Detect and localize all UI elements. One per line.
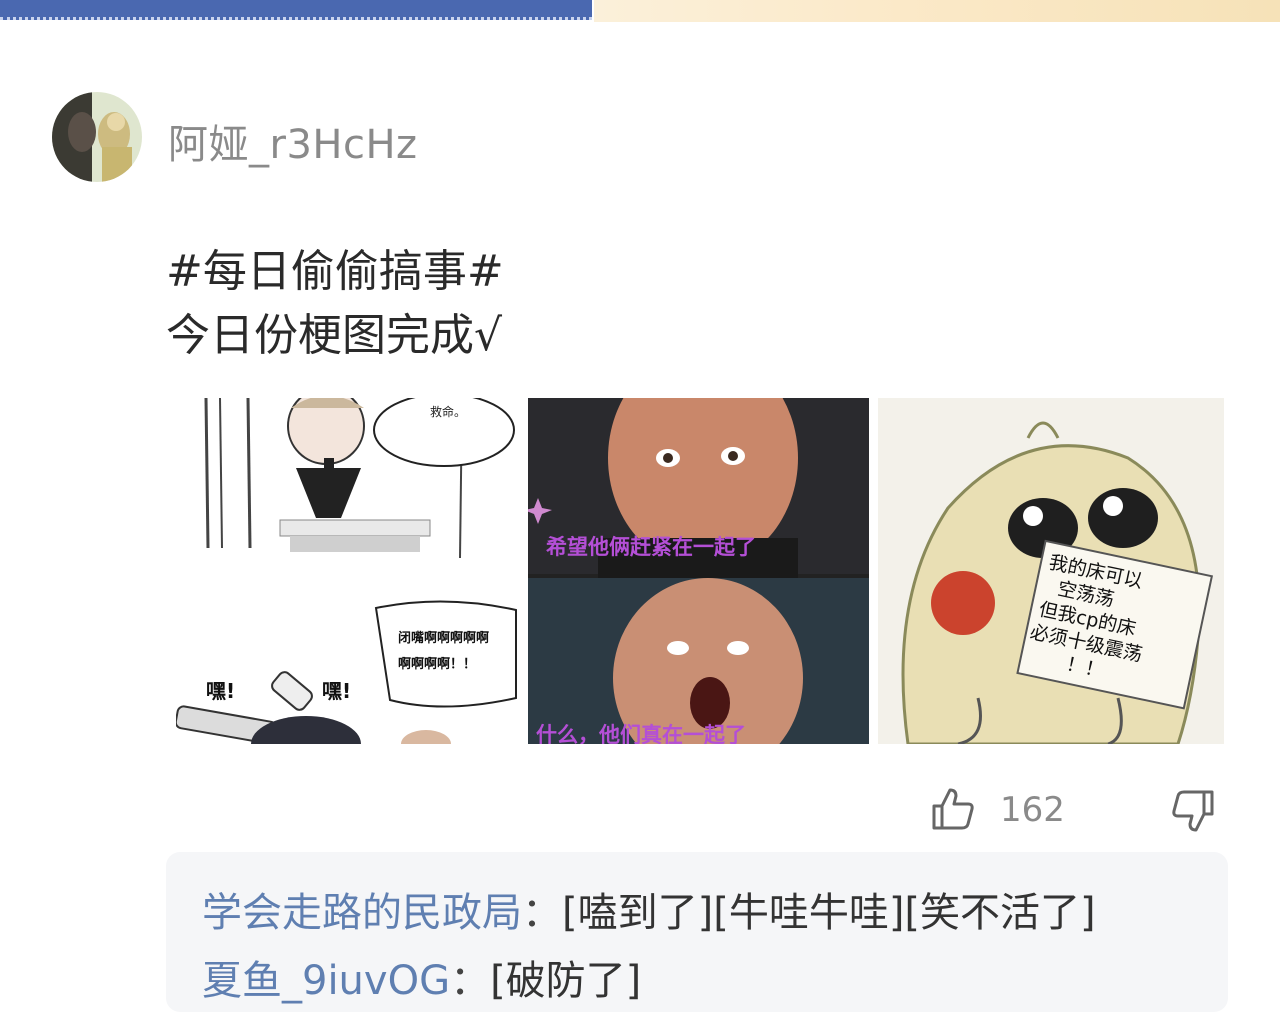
thumbs-up-icon[interactable]	[930, 786, 976, 832]
post-image-2[interactable]: 希望他俩赶紧在一起了 什么，他们真在一起了	[528, 398, 869, 744]
top-banner-blue	[0, 0, 592, 20]
post-action-bar: 162	[930, 780, 1230, 840]
reply-text: [嗑到了][牛哇牛哇][笑不活了]	[562, 890, 1096, 936]
comic-bubble-top: 救命。	[430, 404, 466, 419]
top-banner-strip	[0, 0, 1280, 22]
post-text-line: 今日份梗图完成√	[166, 310, 503, 361]
post-username[interactable]: 阿娅_r3HcHz	[168, 112, 418, 170]
meme-caption-bottom: 什么，他们真在一起了	[536, 722, 746, 744]
reply-preview-box[interactable]: 学会走路的民政局：[嗑到了][牛哇牛哇][笑不活了] 夏鱼_9iuvOG：[破防…	[166, 852, 1228, 1012]
comic-bubble-bottom-line2: 啊啊啊啊！！	[398, 657, 476, 672]
top-banner-image	[594, 0, 1280, 22]
reply-text: [破防了]	[490, 958, 642, 1004]
comic-sfx-left: 嘿!	[206, 679, 235, 703]
post-image-3[interactable]: 我的床可以 空荡荡 但我cp的床 必须十级震荡 ！！	[878, 398, 1224, 744]
post-image-1[interactable]: 救命。 闭嘴啊啊啊啊啊 啊啊啊啊！！ 嘿! 嘿!	[176, 398, 520, 744]
avatar[interactable]	[52, 92, 142, 182]
post-body: #每日偷偷搞事# 今日份梗图完成√	[166, 240, 504, 368]
comic-sfx-right: 嘿!	[322, 679, 351, 703]
post-hashtag[interactable]: #每日偷偷搞事#	[166, 240, 504, 304]
reply-item: 夏鱼_9iuvOG：[破防了]	[202, 958, 642, 1004]
reply-item: 学会走路的民政局：[嗑到了][牛哇牛哇][笑不活了]	[202, 890, 1096, 936]
reply-username[interactable]: 夏鱼_9iuvOG	[202, 958, 450, 1004]
meme-caption-top: 希望他俩赶紧在一起了	[546, 534, 756, 559]
reply-username[interactable]: 学会走路的民政局	[202, 890, 522, 936]
thumbs-down-icon[interactable]	[1170, 788, 1216, 834]
comic-bubble-bottom-line1: 闭嘴啊啊啊啊啊	[398, 630, 489, 646]
like-count: 162	[1000, 790, 1065, 830]
